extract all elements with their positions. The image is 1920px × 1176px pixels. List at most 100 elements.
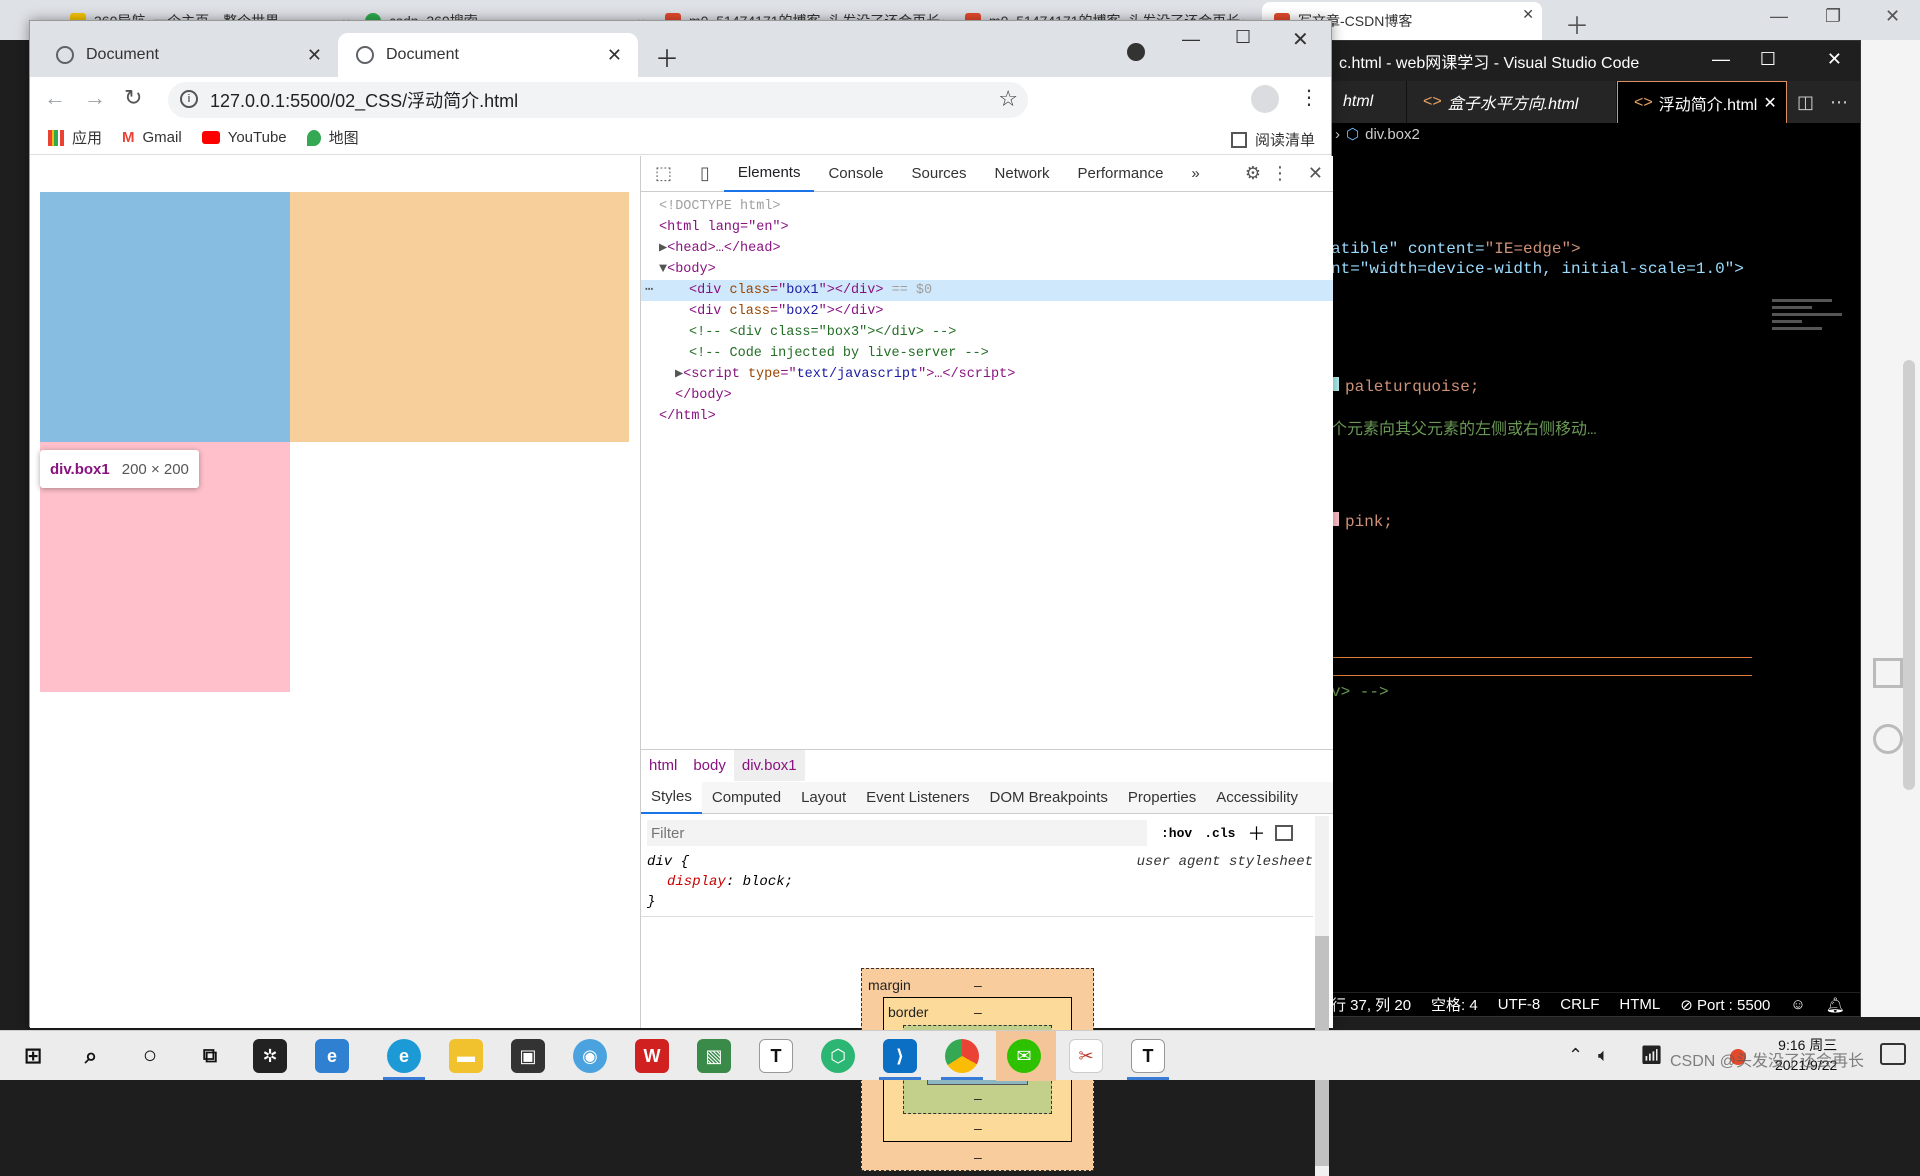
close-icon[interactable]: ✕ [1885,6,1900,27]
margin-top-value[interactable]: – [974,977,982,993]
tab-layout[interactable]: Layout [791,789,856,806]
dom-body[interactable]: ▼<body> [659,259,716,280]
snipping-tool-icon[interactable]: ✂ [1069,1039,1103,1073]
image-viewer-icon[interactable]: ▧ [697,1039,731,1073]
tab-styles[interactable]: Styles [641,781,702,814]
border-top-value[interactable]: – [974,1004,982,1020]
bookmark-youtube[interactable]: YouTube [201,129,287,146]
border-bottom-value[interactable]: – [974,1120,982,1136]
expand-arrow-icon[interactable]: ▶ [659,241,667,256]
tab-sources[interactable]: Sources [898,156,981,192]
dom-script[interactable]: ▶<script type="text/javascript">…</scrip… [675,364,1015,385]
maximize-icon[interactable]: ☐ [1235,27,1251,48]
inspect-element-icon[interactable]: ⬚ [641,156,686,192]
new-tab-icon[interactable]: ＋ [1565,6,1589,41]
dom-comment[interactable]: <!-- Code injected by live-server --> [689,343,989,364]
tab-float-intro[interactable]: <> 浮动简介.html ✕ [1617,81,1787,123]
tab-document-2[interactable]: Document ✕ [338,33,638,77]
css-property[interactable]: display [667,874,726,890]
wechat-icon[interactable]: ✉ [1007,1039,1041,1073]
chrome-icon[interactable] [945,1039,979,1073]
file-explorer-icon[interactable]: ▬ [449,1039,483,1073]
language-mode[interactable]: HTML [1619,996,1660,1013]
minimap[interactable] [1772,295,1848,365]
more-actions-icon[interactable]: ⋯ [1830,92,1848,113]
styles-scrollbar[interactable] [1315,816,1329,1176]
search-icon[interactable]: ⌕ [74,1039,108,1073]
encoding[interactable]: UTF-8 [1498,996,1541,1013]
new-tab-icon[interactable]: ＋ [655,39,679,74]
cursor-position[interactable]: 行 37, 列 20 [1331,994,1411,1015]
tab-console[interactable]: Console [814,156,897,192]
more-tabs-icon[interactable]: » [1177,156,1213,192]
app-pinwheel-icon[interactable]: ✲ [253,1039,287,1073]
new-style-rule-icon[interactable]: ＋ [1247,820,1265,846]
reading-list[interactable]: 阅读清单 [1230,129,1315,150]
edge-icon[interactable]: e [387,1039,421,1073]
line-endings[interactable]: CRLF [1560,996,1599,1013]
tab-network[interactable]: Network [981,156,1064,192]
bookmark-maps[interactable]: 地图 [306,127,359,148]
back-icon[interactable]: ← [44,85,66,111]
bookmark-gmail[interactable]: M Gmail [122,129,182,146]
expand-arrow-icon[interactable]: ▶ [675,367,683,382]
breadcrumb-item[interactable]: div.box2 [1365,126,1420,143]
chevron-up-icon[interactable]: ⌃ [1568,1045,1583,1066]
padding-bottom-value[interactable]: – [974,1090,982,1106]
close-icon[interactable]: ✕ [1827,49,1842,70]
green-app-icon[interactable]: ⬡ [821,1039,855,1073]
forward-icon[interactable]: → [84,85,106,111]
minimize-icon[interactable]: — [1712,49,1730,70]
toggle-sidebar-icon[interactable] [1275,825,1294,841]
feedback-icon[interactable]: ☺ [1790,996,1805,1013]
dom-doctype[interactable]: <!DOCTYPE html> [659,196,781,217]
profile-avatar-icon[interactable] [1251,85,1279,113]
dom-html-close[interactable]: </html> [659,406,716,427]
close-icon[interactable]: ✕ [307,45,322,66]
minimize-icon[interactable]: — [1770,6,1788,27]
tab-dom-breakpoints[interactable]: DOM Breakpoints [980,789,1118,806]
hover-state-toggle[interactable]: :hov [1161,826,1192,841]
live-server-status[interactable]: ⊘ Port : 5500 [1680,996,1770,1014]
tab-computed[interactable]: Computed [702,789,791,806]
bell-icon[interactable]: 🔔︎ [1826,996,1845,1014]
indentation[interactable]: 空格: 4 [1431,994,1478,1015]
dom-box1-selected[interactable]: ⋯ <div class="box1"></div> == $0 [641,280,1333,301]
box1[interactable] [40,192,290,442]
tab-elements[interactable]: Elements [723,156,815,192]
penguin-app-icon[interactable]: ◉ [573,1039,607,1073]
close-icon[interactable]: ✕ [1763,93,1776,113]
dom-body-close[interactable]: </body> [675,385,732,406]
tab-document-1[interactable]: Document ✕ [38,33,338,77]
breadcrumb-html[interactable]: html [641,757,685,774]
class-toggle[interactable]: .cls [1204,826,1235,841]
close-icon[interactable]: ✕ [607,45,622,66]
code-editor[interactable]: atible" content="IE=edge"> nt="width=dev… [1327,145,1860,957]
breadcrumb-div-box1[interactable]: div.box1 [733,750,805,781]
address-bar[interactable]: i 127.0.0.1:5500/02_CSS/浮动简介.html ☆ [168,82,1028,118]
margin-bottom-value[interactable]: – [974,1149,982,1165]
reload-icon[interactable]: ↻ [124,85,142,111]
tab-properties[interactable]: Properties [1118,789,1206,806]
vscode-icon[interactable]: ⟩ [883,1039,917,1073]
speaker-icon[interactable]: 🔈︎ [1598,1045,1609,1066]
close-devtools-icon[interactable]: ✕ [1308,163,1323,184]
css-value[interactable]: block; [743,874,793,890]
tab-search-icon[interactable] [1127,43,1145,61]
close-icon[interactable]: ✕ [1522,6,1534,23]
notifications-icon[interactable] [1880,1043,1906,1065]
css-selector[interactable]: div { [647,852,689,872]
tab-html[interactable]: html [1327,81,1407,123]
info-icon[interactable]: i [180,90,198,108]
typora-icon[interactable]: T [1131,1039,1165,1073]
typora-icon[interactable]: T [759,1039,793,1073]
dom-head[interactable]: ▶<head>…</head> [659,238,781,259]
more-options-icon[interactable]: ⋮ [1271,163,1289,184]
bookmark-apps[interactable]: 应用 [48,127,102,148]
store-icon[interactable]: ▣ [511,1039,545,1073]
restore-icon[interactable]: ❐ [1825,6,1841,27]
close-icon[interactable]: ✕ [1292,27,1309,52]
cortana-icon[interactable]: ○ [133,1039,167,1073]
task-view-icon[interactable]: ⧉ [193,1039,227,1073]
headset-icon[interactable] [1873,724,1903,754]
